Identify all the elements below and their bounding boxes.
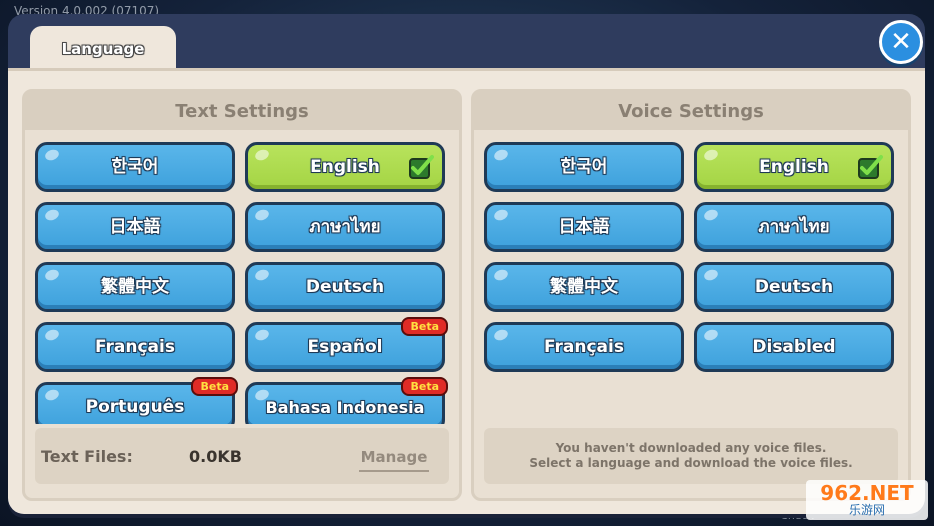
text-language-button-english[interactable]: English: [245, 142, 445, 192]
check-icon: [858, 155, 883, 179]
beta-badge: Beta: [401, 377, 448, 396]
voice-language-label: ภาษาไทย: [758, 216, 830, 237]
voice-language-label: Disabled: [752, 336, 836, 357]
voice-language-button-lang-4[interactable]: 繁體中文: [484, 262, 684, 312]
voice-language-button-deutsch[interactable]: Deutsch: [694, 262, 894, 312]
watermark-bottom: 乐游网: [848, 503, 885, 517]
text-language-label: 日本語: [109, 216, 161, 237]
voice-language-button-lang-3[interactable]: ภาษาไทย: [694, 202, 894, 252]
voice-language-grid: 한국어 English 日本語 ภาษาไทย 繁體中文 Deutsch Français D…: [484, 142, 898, 372]
beta-badge: Beta: [401, 317, 448, 336]
voice-language-button-disabled[interactable]: Disabled: [694, 322, 894, 372]
text-language-label: Deutsch: [305, 276, 385, 297]
voice-language-label: 한국어: [560, 156, 608, 177]
voice-language-button-lang-0[interactable]: 한국어: [484, 142, 684, 192]
voice-language-label: Deutsch: [754, 276, 834, 297]
voice-language-label: Français: [544, 336, 624, 357]
text-language-label: Español: [307, 336, 383, 357]
language-dialog: Language ✕ Text Settings 한국어 English 日本語 ภา…: [8, 14, 925, 514]
watermark-logo: 962.NET 乐游网: [806, 480, 928, 520]
text-files-size: 0.0KB: [189, 446, 242, 466]
check-icon: [409, 155, 434, 179]
text-language-button-fran-ais[interactable]: Français: [35, 322, 235, 372]
text-language-button-portugu-s[interactable]: Português Beta: [35, 377, 238, 424]
text-files-label: Text Files:: [41, 446, 133, 466]
text-language-button-lang-4[interactable]: 繁體中文: [35, 262, 235, 312]
text-language-button-espa-ol[interactable]: Español Beta: [245, 317, 448, 372]
voice-note-line1: You haven't downloaded any voice files.: [555, 441, 827, 455]
text-language-button-deutsch[interactable]: Deutsch: [245, 262, 445, 312]
text-language-button-bahasa-indonesia[interactable]: Bahasa Indonesia Beta: [245, 377, 448, 424]
voice-language-label: English: [759, 156, 829, 177]
tab-language[interactable]: Language: [30, 26, 176, 72]
voice-settings-title: Voice Settings: [474, 92, 908, 130]
text-language-grid: 한국어 English 日本語 ภาษาไทย 繁體中文 Deutsch Français E…: [35, 142, 449, 424]
voice-files-note: You haven't downloaded any voice files. …: [484, 428, 898, 484]
beta-badge: Beta: [191, 377, 238, 396]
text-language-label: Français: [95, 336, 175, 357]
voice-language-button-english[interactable]: English: [694, 142, 894, 192]
close-icon: ✕: [890, 27, 912, 57]
voice-language-button-lang-2[interactable]: 日本語: [484, 202, 684, 252]
voice-note-line2: Select a language and download the voice…: [529, 456, 853, 470]
voice-language-button-fran-ais[interactable]: Français: [484, 322, 684, 372]
text-language-label: Bahasa Indonesia: [265, 398, 425, 417]
text-language-button-lang-3[interactable]: ภาษาไทย: [245, 202, 445, 252]
text-language-label: 한국어: [111, 156, 159, 177]
voice-language-label: 繁體中文: [550, 276, 618, 297]
dialog-body: Text Settings 한국어 English 日本語 ภาษาไทย 繁體中文 De…: [8, 68, 925, 514]
watermark-top: 962.NET: [820, 481, 914, 505]
voice-language-label: 日本語: [558, 216, 610, 237]
text-settings-panel: Text Settings 한국어 English 日本語 ภาษาไทย 繁體中文 De…: [22, 89, 462, 501]
text-language-button-lang-2[interactable]: 日本語: [35, 202, 235, 252]
close-button[interactable]: ✕: [879, 20, 923, 64]
text-settings-title: Text Settings: [25, 92, 459, 130]
manage-button[interactable]: Manage: [359, 444, 429, 472]
text-language-label: ภาษาไทย: [309, 216, 381, 237]
voice-settings-panel: Voice Settings 한국어 English 日本語 ภาษาไทย 繁體中文 D…: [471, 89, 911, 501]
text-language-label: Português: [85, 396, 185, 417]
text-language-label: English: [310, 156, 380, 177]
text-files-row: Text Files: 0.0KB Manage: [35, 428, 449, 484]
text-language-button-lang-0[interactable]: 한국어: [35, 142, 235, 192]
text-language-label: 繁體中文: [101, 276, 169, 297]
